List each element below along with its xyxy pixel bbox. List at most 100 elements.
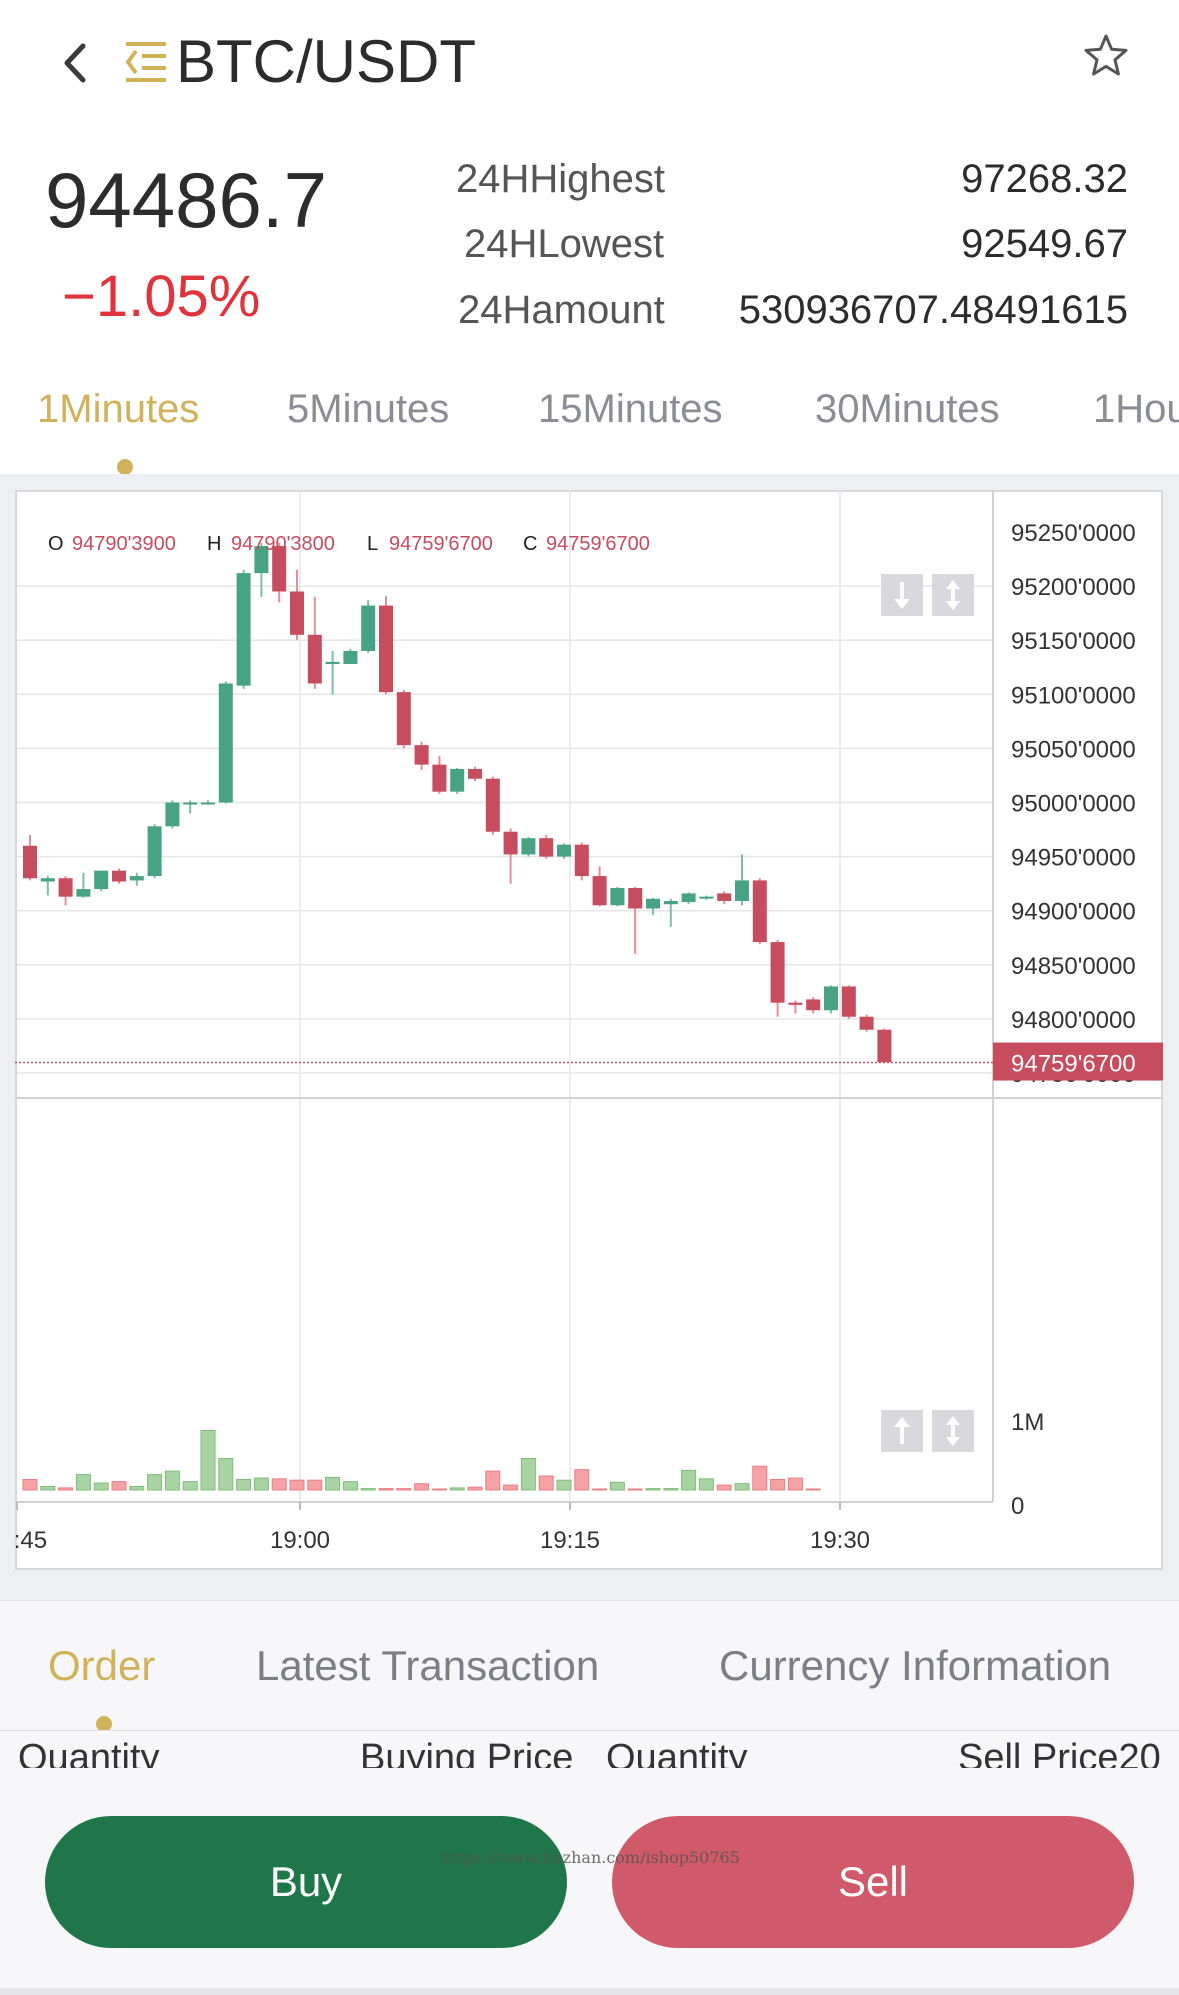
volume-bar — [164, 1470, 180, 1491]
price-axis-label: 95200'0000 — [1011, 574, 1136, 601]
time-axis-label: 19:30 — [810, 1527, 870, 1554]
back-button[interactable] — [55, 38, 95, 88]
ohlc-o-value: 94790'3900 — [72, 533, 176, 555]
column-sell-price: Sell Price20 — [958, 1737, 1161, 1769]
ohlc-c-label: C — [523, 533, 537, 555]
volume-bar — [289, 1479, 305, 1491]
column-quantity-sell: Quantity — [606, 1737, 748, 1769]
volume-axis-label: 0 — [1011, 1493, 1024, 1520]
candle-up — [735, 880, 749, 901]
column-buying-price: Buying Price — [360, 1737, 574, 1769]
star-outline-icon — [1084, 34, 1128, 76]
active-tab-indicator — [117, 459, 133, 475]
ohlc-o-label: O — [48, 533, 64, 555]
candle-up — [165, 802, 180, 827]
candle-up — [183, 802, 198, 805]
volume-bar — [716, 1484, 732, 1491]
candle-up — [76, 889, 91, 897]
volume-bar — [271, 1478, 287, 1491]
arrow-expand-vertical-icon[interactable] — [932, 574, 974, 616]
price-axis-label: 95100'0000 — [1011, 682, 1136, 709]
buy-button[interactable]: Buy — [45, 1816, 567, 1948]
volume-bar — [75, 1474, 91, 1491]
arrow-expand-vertical-icon[interactable] — [932, 1410, 974, 1452]
price-axis-label: 95050'0000 — [1011, 736, 1136, 763]
candle-up — [343, 651, 358, 665]
candle-down — [717, 893, 732, 901]
tab-1-minute[interactable]: 1Minutes — [37, 384, 199, 434]
price-axis-label: 94800'0000 — [1011, 1007, 1136, 1034]
price-axis-label: 94900'0000 — [1011, 899, 1136, 926]
sell-button[interactable]: Sell — [612, 1816, 1134, 1948]
candle-down — [468, 768, 482, 779]
candle-up — [361, 605, 376, 652]
volume-bar — [200, 1430, 216, 1491]
volume-bar — [93, 1482, 109, 1491]
candle-up — [557, 844, 571, 857]
tab-5-minutes[interactable]: 5Minutes — [287, 384, 449, 434]
tab-latest-transaction[interactable]: Latest Transaction — [256, 1640, 599, 1692]
volume-bar — [396, 1488, 412, 1491]
candle-down — [592, 876, 607, 906]
interval-tabs: 1Minutes 5Minutes 15Minutes 30Minutes 1H… — [0, 372, 1179, 472]
volume-bar — [556, 1479, 572, 1491]
list-menu-icon — [125, 42, 166, 82]
candle-down — [628, 887, 643, 909]
candle-down — [770, 942, 785, 1003]
stat-value-24h-amount: 530936707.48491615 — [738, 288, 1128, 332]
pair-list-button[interactable] — [120, 38, 172, 86]
candle-down — [539, 838, 554, 857]
stat-value-24h-low: 92549.67 — [961, 222, 1128, 266]
volume-bar — [805, 1488, 821, 1491]
current-price-label: 94759'6700 — [1011, 1051, 1136, 1078]
kline-chart[interactable]: 95250'0000 95200'0000 95150'0000 95100'0000… — [15, 490, 1163, 1570]
price-axis-label: 94850'0000 — [1011, 953, 1136, 980]
candle-down — [414, 745, 429, 765]
time-axis-label: 19:00 — [270, 1527, 330, 1554]
chevron-left-icon — [64, 43, 86, 83]
volume-bar — [520, 1458, 536, 1491]
arrow-up-icon[interactable] — [881, 1410, 923, 1452]
price-change-percent: −1.05% — [62, 264, 261, 329]
candle-up — [824, 986, 838, 1011]
price-axis-label: 94950'0000 — [1011, 845, 1136, 872]
candle-up — [94, 870, 109, 890]
candle-down — [503, 831, 518, 855]
volume-axis-label: 1M — [1011, 1409, 1044, 1436]
tab-currency-information[interactable]: Currency Information — [719, 1640, 1111, 1692]
tab-15-minutes[interactable]: 15Minutes — [538, 384, 723, 434]
candle-down — [877, 1029, 892, 1063]
volume-bar — [752, 1465, 768, 1491]
volume-bar — [431, 1488, 447, 1491]
favorite-button[interactable] — [1082, 32, 1130, 80]
candle-up — [201, 802, 215, 805]
candle-up — [699, 896, 714, 899]
volume-bar — [253, 1477, 269, 1491]
candle-up — [450, 768, 465, 792]
volume-bar — [627, 1488, 643, 1491]
pair-title[interactable]: BTC/USDT — [176, 22, 476, 102]
price-axis-label: 95250'0000 — [1011, 520, 1136, 547]
candle-up — [646, 898, 660, 909]
candle-up — [521, 838, 536, 855]
tab-1-hour[interactable]: 1Hour — [1093, 384, 1179, 434]
volume-bar — [609, 1481, 625, 1491]
tab-30-minutes[interactable]: 30Minutes — [815, 384, 1000, 434]
volume-bar — [538, 1475, 554, 1491]
candle-down — [396, 692, 411, 746]
candle-up — [40, 878, 55, 882]
candle-up — [236, 573, 251, 686]
volume-bar — [22, 1479, 38, 1491]
candle-up — [325, 661, 340, 665]
volume-bar — [111, 1481, 127, 1491]
candle-down — [58, 878, 73, 897]
volume-bar — [218, 1458, 234, 1491]
candle-down — [806, 999, 821, 1011]
tab-order[interactable]: Order — [48, 1640, 155, 1692]
candle-down — [485, 778, 500, 832]
time-axis-label: 19:15 — [540, 1527, 600, 1554]
arrow-down-icon[interactable] — [881, 574, 923, 616]
candle-up — [663, 900, 678, 905]
candle-up — [681, 893, 696, 903]
volume-bar — [378, 1488, 394, 1491]
